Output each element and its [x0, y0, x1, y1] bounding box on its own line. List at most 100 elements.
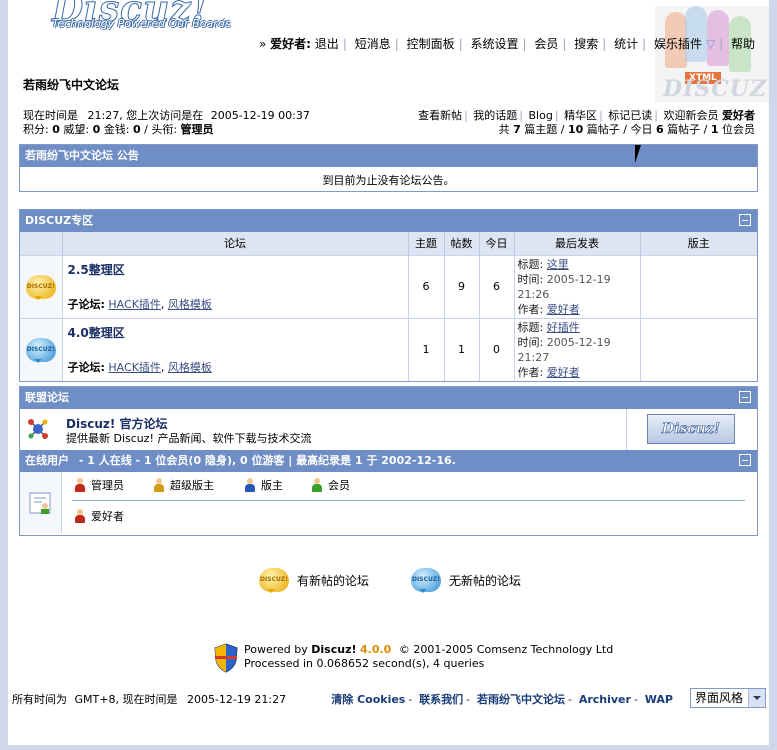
col-posts: 帖数 — [443, 232, 479, 255]
logo-tagline: Technology Powered Our Boards — [52, 17, 231, 30]
decorative-banner: XTML DISCUZ! — [655, 6, 769, 102]
new-posts-icon: DISCUZ! — [25, 274, 56, 300]
timezone: GMT+8 — [74, 693, 116, 706]
no-new-posts-icon: DISCUZ! — [25, 337, 56, 363]
link-cookies[interactable]: Cookies — [357, 693, 405, 706]
nav-arrow-icon: » — [258, 37, 267, 51]
stats-today-posts-label: 篇帖子 — [667, 123, 701, 136]
product-link[interactable]: Discuz! — [311, 643, 356, 656]
table-row: DISCUZ! 2.5整理区 子论坛: HACK插件, 风格模板 6 9 6 标… — [20, 254, 757, 318]
last-author-label: 作者: — [517, 302, 544, 316]
user-title: 管理员 — [180, 123, 214, 136]
nav-system-settings[interactable]: 系统设置 — [470, 37, 518, 51]
forum-topics: 6 — [407, 254, 444, 318]
link-my-topics[interactable]: 我的话题 — [473, 109, 517, 122]
nav-members[interactable]: 会员 — [534, 37, 558, 51]
stats-topics-label: 篇主题 — [524, 123, 558, 136]
nav-search[interactable]: 搜索 — [574, 37, 598, 51]
link-digest[interactable]: 精华区 — [564, 109, 597, 122]
admin-icon — [75, 478, 85, 492]
copyright: © 2001-2005 Comsenz Technology Ltd — [398, 643, 614, 656]
nav-control-panel[interactable]: 控制面板 — [407, 37, 455, 51]
forum-today: 0 — [478, 317, 514, 381]
link-clear[interactable]: 清除 — [331, 693, 353, 706]
legend-member: 会员 — [312, 477, 350, 493]
union-header: 联盟论坛 — [20, 387, 757, 409]
link-mark-read[interactable]: 标记已读 — [608, 109, 652, 122]
link-archiver[interactable]: Archiver — [579, 693, 631, 706]
nav-username[interactable]: 爱好者: — [270, 37, 311, 51]
nav-stats[interactable]: 统计 — [614, 37, 638, 51]
footer-now: 2005-12-19 21:27 — [186, 693, 287, 706]
welcome-user[interactable]: 爱好者 — [722, 109, 755, 122]
role-member: 会员 — [328, 479, 350, 492]
powered-by: Powered by Discuz! 4.0.0 © 2001-2005 Com… — [214, 643, 614, 673]
style-select[interactable]: 界面风格 — [690, 688, 766, 708]
processed-info: Processed in 0.068652 second(s), 4 queri… — [244, 657, 485, 670]
last-author-link[interactable]: 爱好者 — [547, 303, 580, 316]
collapse-icon[interactable] — [739, 391, 751, 403]
forum-moderator — [639, 254, 757, 318]
nav-messages[interactable]: 短消息 — [355, 37, 391, 51]
link-new-posts[interactable]: 查看新帖 — [418, 109, 462, 122]
moderator-icon — [245, 478, 255, 492]
welcome-label: 欢迎新会员 — [663, 109, 719, 122]
now-time: 21:27 — [87, 109, 120, 122]
last-time-label: 时间: — [517, 335, 544, 349]
last-author-link[interactable]: 爱好者 — [547, 366, 580, 379]
online-user-link[interactable]: 爱好者 — [91, 508, 124, 524]
last-author-label: 作者: — [517, 365, 544, 379]
union-online-box: 联盟论坛 Discuz! 官方论坛 提供最新 Discuz! 产品新闻、软件下载… — [19, 386, 758, 536]
stats-members: 1 — [710, 123, 719, 136]
last-post-link[interactable]: 好插件 — [547, 321, 580, 334]
link-blog[interactable]: Blog — [529, 109, 553, 122]
timezone-info: 所有时间为 GMT+8, 现在时间是 2005-12-19 21:27 — [12, 691, 286, 707]
last-post-link[interactable]: 这里 — [547, 258, 569, 271]
nav-plugins[interactable]: 娱乐插件 — [654, 37, 702, 51]
role-moderator: 版主 — [261, 479, 283, 492]
discuz-logo[interactable]: Discuz! Technology Powered Our Boards — [22, 0, 252, 34]
last-title-label: 标题: — [517, 320, 544, 334]
table-row: DISCUZ! 4.0整理区 子论坛: HACK插件, 风格模板 1 1 0 标… — [20, 317, 757, 381]
nav-help[interactable]: 帮助 — [731, 37, 755, 51]
stats-posts: 10 — [567, 123, 584, 136]
link-wap[interactable]: WAP — [645, 693, 673, 706]
link-forum-home[interactable]: 若雨纷飞中文论坛 — [477, 693, 565, 706]
col-moderator: 版主 — [639, 232, 757, 255]
forum-link-2-5[interactable]: 2.5整理区 — [68, 263, 125, 277]
subforum-hack[interactable]: HACK插件 — [108, 298, 161, 311]
subforum-hack[interactable]: HACK插件 — [108, 361, 161, 374]
deco-title: DISCUZ! — [663, 76, 769, 102]
timezone-label: 所有时间为 — [12, 693, 67, 706]
subforum-style[interactable]: 风格模板 — [168, 361, 212, 374]
union-logo-button[interactable]: Discuz! — [647, 414, 735, 444]
collapse-icon[interactable] — [739, 214, 751, 226]
chevron-down-icon[interactable] — [748, 689, 765, 707]
points-label: 积分: — [23, 123, 49, 136]
role-admin: 管理员 — [91, 479, 124, 492]
chevron-down-icon[interactable]: ▽ — [706, 37, 715, 51]
union-desc: 提供最新 Discuz! 产品新闻、软件下载与技术交流 — [66, 432, 312, 445]
online-user-item[interactable]: 爱好者 — [75, 508, 124, 524]
shield-icon — [214, 643, 238, 673]
legend-no-new: DISCUZ! 无新帖的论坛 — [411, 568, 522, 593]
forum-links: 查看新帖 | 我的话题 | Blog | 精华区 | 标记已读 | 欢迎新会员 爱好者 共… — [418, 109, 755, 136]
collapse-icon[interactable] — [739, 454, 751, 466]
subforum-label: 子论坛: — [67, 361, 105, 374]
forum-posts: 1 — [443, 317, 479, 381]
category-box: DISCUZ专区 论坛 主题 帖数 今日 最后发表 版主 DISCUZ! 2.5… — [19, 209, 758, 382]
link-contact[interactable]: 联系我们 — [419, 693, 463, 706]
legend-no-new-text: 无新帖的论坛 — [449, 573, 522, 588]
money-label: 金钱: — [103, 123, 130, 136]
forum-link-4-0[interactable]: 4.0整理区 — [68, 326, 125, 340]
legend-new: DISCUZ! 有新帖的论坛 — [259, 568, 369, 593]
subforum-style[interactable]: 风格模板 — [168, 298, 212, 311]
new-posts-icon: DISCUZ! — [259, 568, 289, 593]
last-visit-label: , 您上次访问是在 — [119, 109, 204, 122]
forum-name: 若雨纷飞中文论坛 — [23, 78, 120, 92]
legend-super-mod: 超级版主 — [154, 477, 214, 493]
footer-now-label: , 现在时间是 — [115, 693, 178, 706]
nav-logout[interactable]: 退出 — [315, 37, 339, 51]
role-super-moderator: 超级版主 — [170, 479, 214, 492]
col-forum: 论坛 — [61, 232, 408, 255]
